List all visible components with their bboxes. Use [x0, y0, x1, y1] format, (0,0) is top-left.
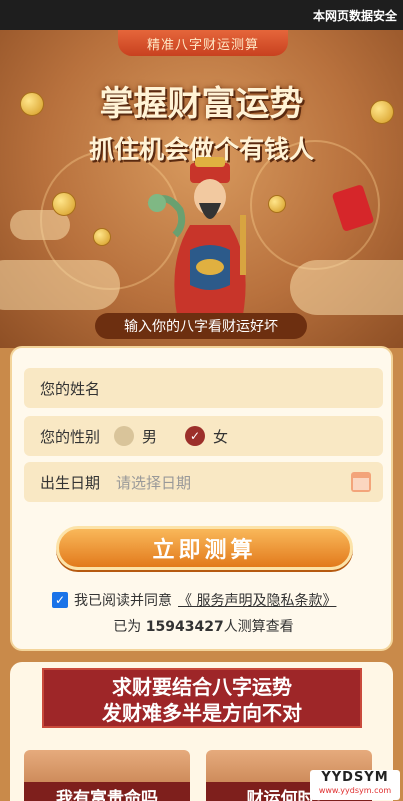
fortune-form: 您的姓名 您的性别 男 ✓ 女 出生日期 请选择日期 立即测算 ✓ 我已阅读并同… — [10, 346, 393, 651]
gender-option-female[interactable]: ✓ 女 — [185, 426, 228, 447]
gender-label: 您的性别 — [40, 427, 101, 446]
name-placeholder: 您的姓名 — [40, 379, 101, 398]
watermark-brand: YYDSYM — [321, 770, 389, 785]
security-notice: 本网页数据安全 — [312, 8, 397, 23]
calculate-button[interactable]: 立即测算 — [56, 526, 353, 570]
count-prefix: 已为 — [113, 619, 142, 635]
name-input[interactable]: 您的姓名 — [24, 368, 383, 408]
watermark-url: www.yydsym.com — [318, 786, 392, 795]
hero-banner: 精准八字财运测算 掌握财富运势 抓住机会做个有钱人 输入你的八字看财运好坏 — [0, 30, 403, 348]
radio-unchecked-icon — [114, 426, 135, 446]
cloud-decoration — [0, 260, 120, 310]
hero-tag: 精准八字财运测算 — [118, 30, 288, 56]
user-count: 已为 15943427人测算查看 — [12, 616, 395, 636]
banner-line-2: 发财难多半是方向不对 — [102, 701, 302, 725]
hero-title: 掌握财富运势 — [99, 84, 304, 124]
gold-coin-icon — [52, 192, 76, 216]
card-caption: 我有富贵命吗 — [24, 782, 190, 801]
agree-text: 我已阅读并同意 — [74, 593, 172, 609]
count-suffix: 人测算查看 — [223, 619, 294, 635]
gender-female-label: 女 — [213, 427, 229, 446]
agree-checkbox[interactable]: ✓ — [52, 592, 68, 608]
gender-male-label: 男 — [142, 427, 158, 446]
fortune-god-illustration — [147, 157, 246, 330]
count-value: 15943427 — [145, 619, 224, 635]
birth-label: 出生日期 — [40, 473, 101, 492]
top-notice-bar: 本网页数据安全 — [0, 0, 403, 30]
cloud-decoration — [290, 260, 403, 315]
birth-date-placeholder: 请选择日期 — [116, 473, 192, 492]
promo-card-rich-fate[interactable]: 我有富贵命吗 — [24, 750, 190, 801]
privacy-terms-link[interactable]: 《 服务声明及隐私条款》 — [178, 590, 336, 610]
birth-date-field[interactable]: 出生日期 请选择日期 — [24, 462, 383, 502]
gold-coin-icon — [93, 228, 111, 246]
calendar-icon[interactable] — [351, 472, 371, 492]
agreement-row: ✓ 我已阅读并同意 《 服务声明及隐私条款》 — [52, 590, 372, 610]
banner-line-1: 求财要结合八字运势 — [112, 675, 292, 699]
promo-banner: 求财要结合八字运势 发财难多半是方向不对 — [42, 668, 362, 728]
gender-field: 您的性别 男 ✓ 女 — [24, 416, 383, 456]
site-watermark: YYDSYM www.yydsym.com — [310, 770, 400, 800]
gender-option-male[interactable]: 男 — [114, 426, 157, 447]
hero-subtitle: 输入你的八字看财运好坏 — [95, 313, 307, 339]
radio-checked-icon: ✓ — [185, 426, 206, 446]
